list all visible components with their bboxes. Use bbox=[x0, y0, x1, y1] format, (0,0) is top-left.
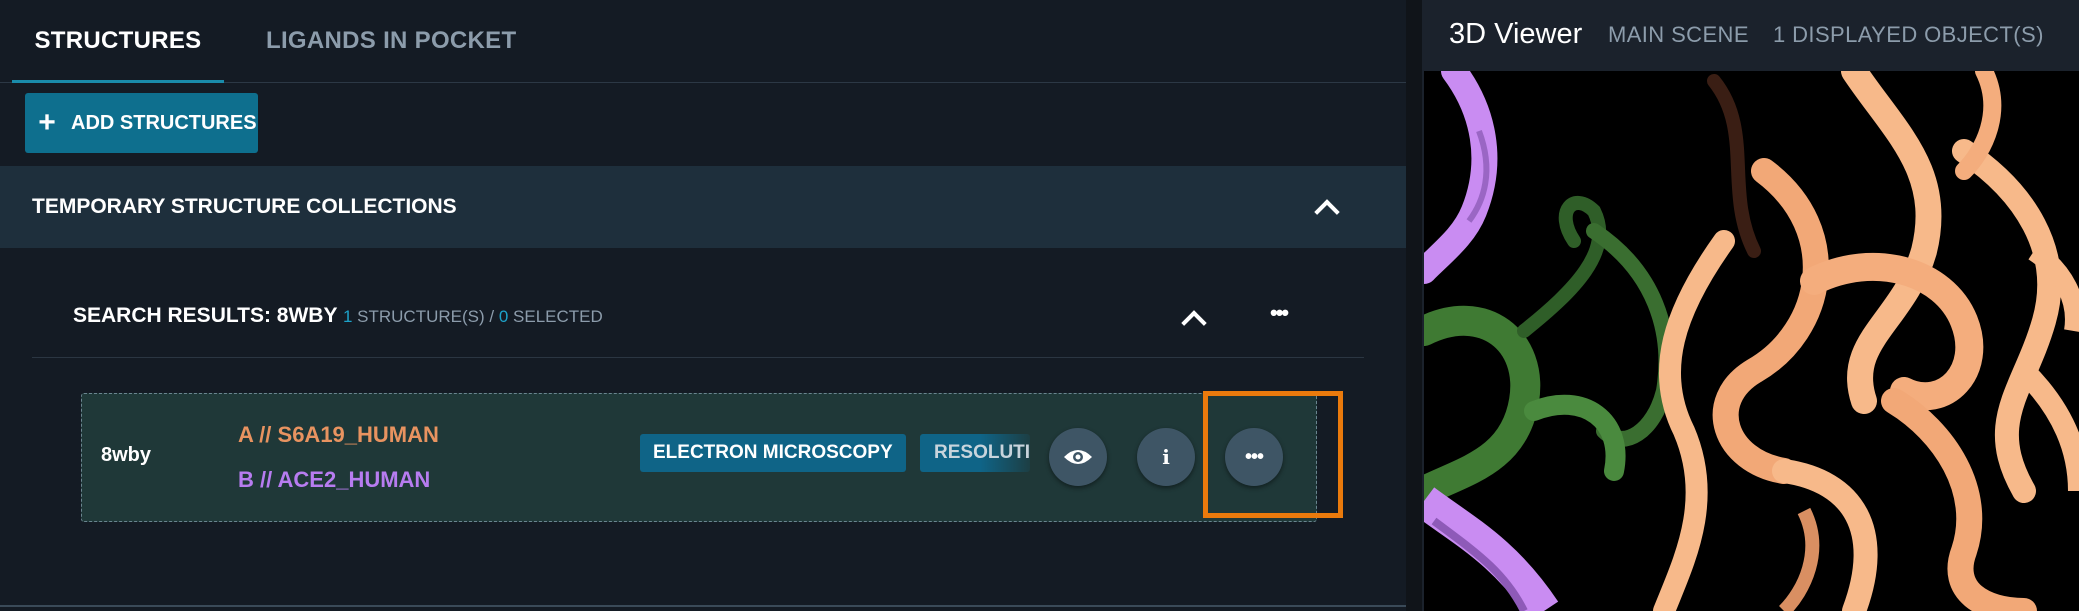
highlight-box bbox=[1203, 391, 1343, 518]
info-icon: i bbox=[1162, 445, 1170, 469]
tab-ligands-in-pocket[interactable]: LIGANDS IN POCKET bbox=[266, 0, 516, 80]
viewer-header: 3D Viewer MAIN SCENE 1 DISPLAYED OBJECT(… bbox=[1422, 0, 2079, 71]
add-structures-button[interactable]: + ADD STRUCTURES bbox=[25, 93, 258, 153]
structures-panel: STRUCTURES LIGANDS IN POCKET + ADD STRUC… bbox=[0, 0, 1406, 611]
search-results-row: SEARCH RESULTS: 8WBY 1 STRUCTURE(S) / 0 … bbox=[32, 280, 1364, 358]
search-results-title: SEARCH RESULTS: 8WBY 1 STRUCTURE(S) / 0 … bbox=[73, 304, 603, 327]
chevron-up-icon[interactable] bbox=[1314, 199, 1340, 225]
visibility-button[interactable] bbox=[1049, 428, 1107, 486]
panel-bottom-divider bbox=[0, 605, 1406, 607]
chain-b-label: B // ACE2_HUMAN bbox=[238, 467, 431, 492]
add-structures-label: ADD STRUCTURES bbox=[71, 111, 257, 134]
method-badge: ELECTRON MICROSCOPY bbox=[640, 434, 906, 472]
panel-divider[interactable] bbox=[1406, 0, 1422, 611]
temporary-collections-header[interactable]: TEMPORARY STRUCTURE COLLECTIONS bbox=[0, 166, 1406, 248]
chevron-up-icon[interactable] bbox=[1181, 310, 1207, 336]
collections-title: TEMPORARY STRUCTURE COLLECTIONS bbox=[32, 195, 457, 218]
info-button[interactable]: i bbox=[1137, 428, 1195, 486]
chain-a-label: A // S6A19_HUMAN bbox=[238, 422, 439, 447]
viewer-title: 3D Viewer bbox=[1449, 18, 1583, 50]
eye-icon bbox=[1064, 450, 1092, 464]
structure-code: 8wby bbox=[101, 444, 152, 466]
more-horizontal-icon[interactable]: ••• bbox=[1270, 300, 1289, 326]
resolution-badge: RESOLUTION bbox=[920, 434, 1030, 472]
viewer-panel: 3D Viewer MAIN SCENE 1 DISPLAYED OBJECT(… bbox=[1422, 0, 2079, 611]
structure-card[interactable]: 8wby A // S6A19_HUMAN B // ACE2_HUMAN EL… bbox=[81, 393, 1317, 522]
protein-ribbon-render bbox=[1424, 71, 2079, 611]
plus-icon: + bbox=[38, 106, 56, 139]
viewer-object-count: 1 DISPLAYED OBJECT(S) bbox=[1773, 22, 2044, 47]
3d-viewport[interactable] bbox=[1424, 71, 2079, 611]
viewer-scene-label: MAIN SCENE bbox=[1608, 22, 1749, 47]
tab-structures[interactable]: STRUCTURES bbox=[12, 0, 224, 83]
search-results-meta: 1 STRUCTURE(S) / 0 SELECTED bbox=[342, 307, 603, 326]
tab-bar: STRUCTURES LIGANDS IN POCKET bbox=[0, 0, 1406, 83]
